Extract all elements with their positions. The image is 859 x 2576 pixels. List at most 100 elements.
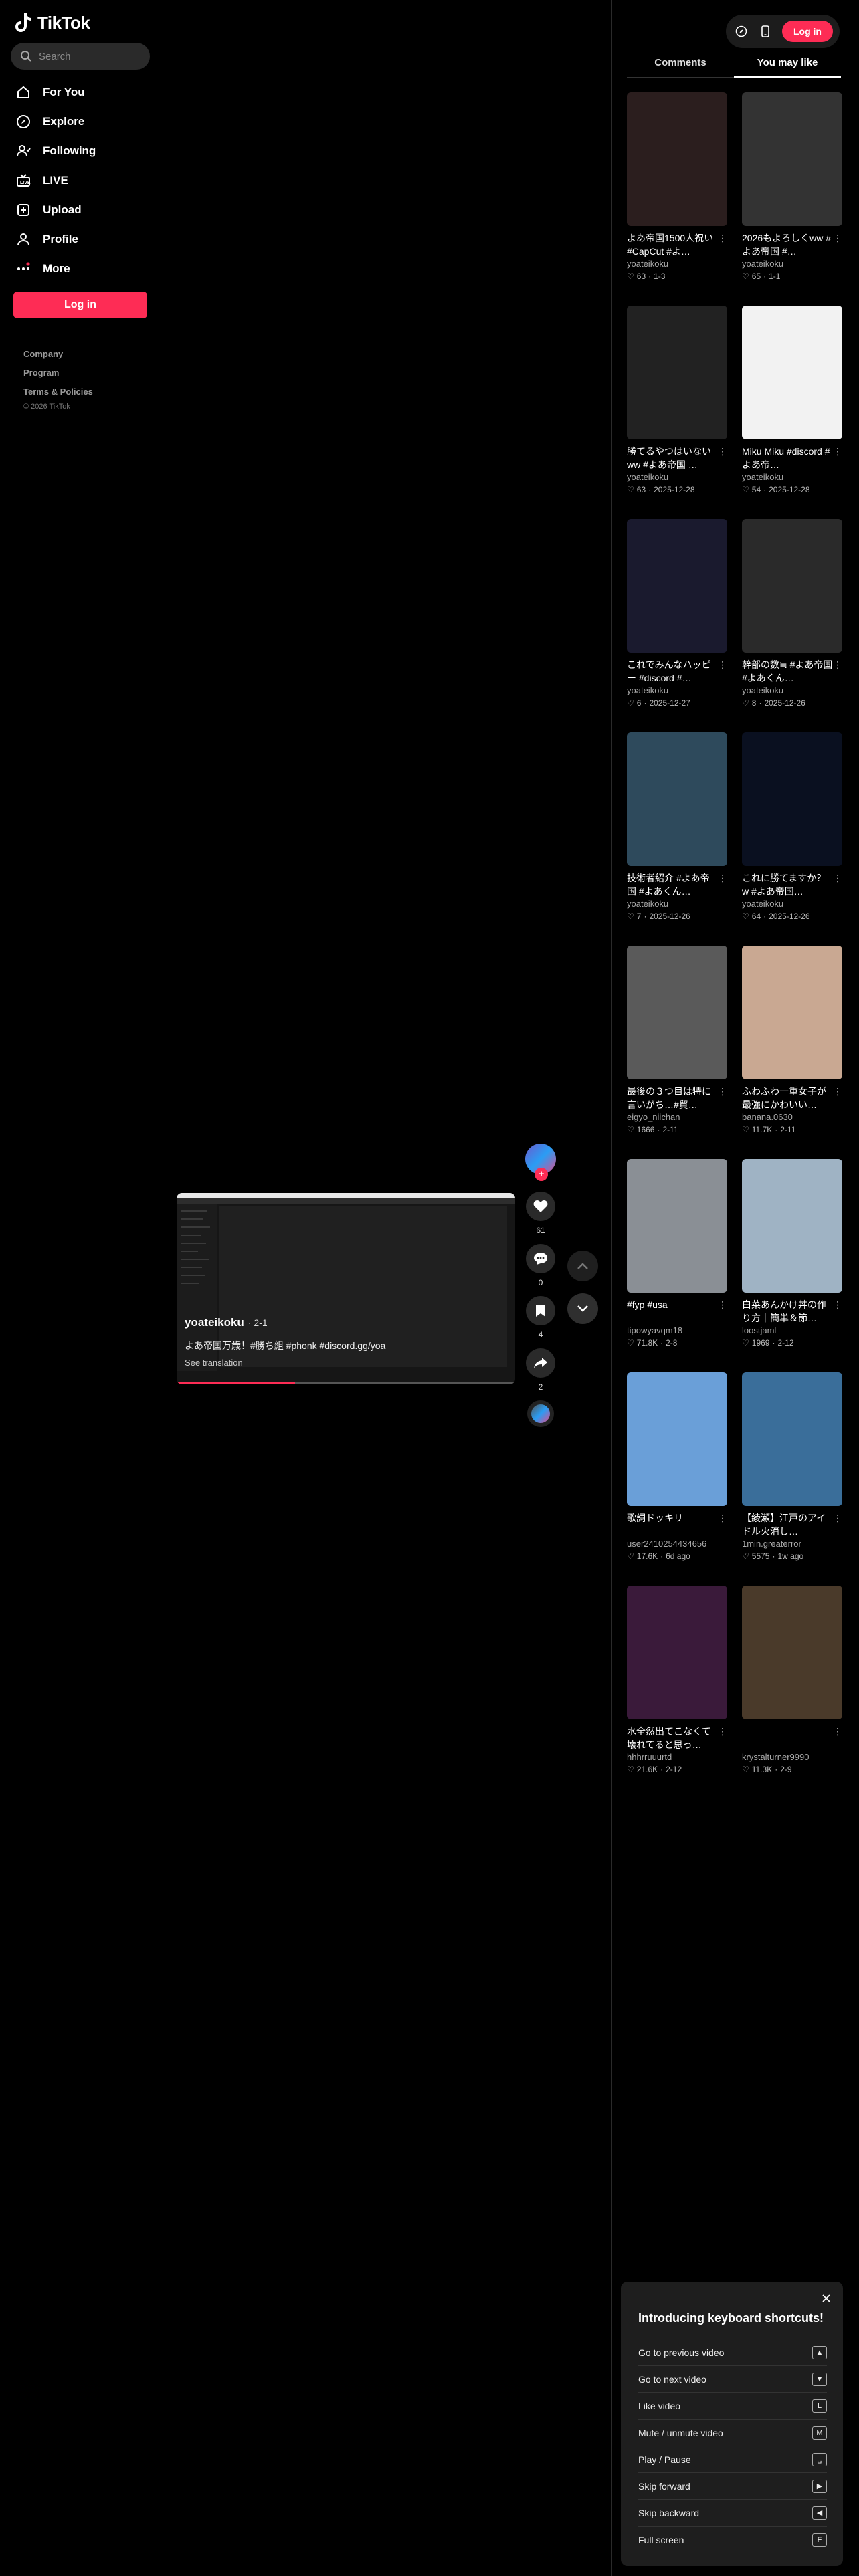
video-card[interactable]: #fyp #usa ⋮ tipowyavqm18 ♡ 71.8K · 2-8: [627, 1159, 727, 1349]
see-translation-link[interactable]: See translation: [185, 1358, 243, 1368]
search-box[interactable]: [11, 43, 150, 70]
video-progress-bar[interactable]: [177, 1382, 515, 1384]
card-more-icon[interactable]: ⋮: [718, 231, 727, 245]
follow-plus-icon[interactable]: +: [535, 1168, 548, 1181]
video-card-author[interactable]: yoateikoku: [742, 471, 842, 484]
video-card-title[interactable]: 幹部の数≒ #よあ帝国 #よあくん… ⋮: [742, 658, 842, 685]
video-thumbnail[interactable]: [742, 1586, 842, 1719]
video-card[interactable]: 技術者紹介 #よあ帝国 #よあくん… ⋮ yoateikoku ♡ 7 · 2025-12-…: [627, 732, 727, 922]
card-more-icon[interactable]: ⋮: [718, 1298, 727, 1311]
video-card-title[interactable]: 白菜あんかけ丼の作り方｜簡単＆節… ⋮: [742, 1298, 842, 1325]
video-card-author[interactable]: eigyo_niichan: [627, 1111, 727, 1123]
nav-item-for-you[interactable]: For You: [15, 78, 149, 107]
video-card[interactable]: 【綾瀬】江戸のアイドル火消し… ⋮ 1min.greaterror ♡ 5575 · 1w …: [742, 1372, 842, 1562]
card-more-icon[interactable]: ⋮: [833, 445, 842, 458]
video-card-title[interactable]: これでみんなハッピー #discord #… ⋮: [627, 658, 727, 685]
card-more-icon[interactable]: ⋮: [833, 1725, 842, 1738]
video-card-author[interactable]: banana.0630: [742, 1111, 842, 1123]
video-card-author[interactable]: tipowyavqm18: [627, 1325, 727, 1337]
tab-comments[interactable]: Comments: [627, 53, 734, 77]
top-device-button[interactable]: [757, 23, 774, 40]
save-button[interactable]: [526, 1296, 555, 1325]
card-more-icon[interactable]: ⋮: [718, 871, 727, 885]
video-card[interactable]: Miku Miku #discord #よあ帝… ⋮ yoateikoku ♡ 54 · 2…: [742, 306, 842, 496]
video-card-title[interactable]: 技術者紹介 #よあ帝国 #よあくん… ⋮: [627, 871, 727, 898]
search-input[interactable]: [39, 50, 139, 62]
footer-link-terms[interactable]: Terms & Policies: [23, 383, 93, 401]
top-login-button[interactable]: Log in: [782, 21, 833, 42]
nav-item-explore[interactable]: Explore: [15, 107, 149, 136]
video-thumbnail[interactable]: [742, 306, 842, 439]
video-card-title[interactable]: これに勝てますか？ w #よあ帝国… ⋮: [742, 871, 842, 898]
video-card-author[interactable]: yoateikoku: [627, 685, 727, 697]
video-card-title[interactable]: ⋮: [742, 1725, 842, 1751]
tiktok-logo[interactable]: TikTok: [15, 12, 90, 33]
footer-link-program[interactable]: Program: [23, 364, 93, 383]
card-more-icon[interactable]: ⋮: [833, 658, 842, 671]
card-more-icon[interactable]: ⋮: [718, 1511, 727, 1525]
video-card-title[interactable]: 【綾瀬】江戸のアイドル火消し… ⋮: [742, 1511, 842, 1538]
video-thumbnail[interactable]: [627, 1586, 727, 1719]
video-card-author[interactable]: hhhrruuurtd: [627, 1751, 727, 1763]
video-card-title[interactable]: #fyp #usa ⋮: [627, 1298, 727, 1325]
share-button[interactable]: [526, 1348, 555, 1378]
video-card-author[interactable]: yoateikoku: [627, 258, 727, 270]
video-card[interactable]: ⋮ krystalturner9990 ♡ 11.3K · 2-9: [742, 1586, 842, 1776]
card-more-icon[interactable]: ⋮: [833, 871, 842, 885]
video-author[interactable]: yoateikoku · 2-1: [185, 1316, 268, 1329]
video-player[interactable]: yoateikoku · 2-1 よあ帝国万歳！#勝ち組 #phonk #dis…: [177, 1193, 515, 1384]
card-more-icon[interactable]: ⋮: [718, 658, 727, 671]
video-card-author[interactable]: yoateikoku: [742, 258, 842, 270]
card-more-icon[interactable]: ⋮: [718, 1085, 727, 1098]
video-thumbnail[interactable]: [742, 92, 842, 226]
video-thumbnail[interactable]: [742, 519, 842, 653]
video-author-name[interactable]: yoateikoku: [185, 1316, 244, 1329]
video-card-author[interactable]: krystalturner9990: [742, 1751, 842, 1763]
video-thumbnail[interactable]: [627, 1372, 727, 1506]
video-card-author[interactable]: yoateikoku: [742, 898, 842, 910]
nav-item-upload[interactable]: Upload: [15, 195, 149, 225]
nav-item-profile[interactable]: Profile: [15, 225, 149, 254]
video-card-title[interactable]: よあ帝国1500人祝い #CapCut #よ… ⋮: [627, 231, 727, 258]
music-disc-icon[interactable]: [527, 1400, 554, 1427]
creator-avatar[interactable]: +: [525, 1144, 556, 1181]
video-card[interactable]: 2026もよろしくww #よあ帝国 #… ⋮ yoateikoku ♡ 65 · 1-1: [742, 92, 842, 282]
sidebar-login-button[interactable]: Log in: [13, 292, 147, 318]
video-thumbnail[interactable]: [627, 519, 727, 653]
next-video-button[interactable]: [567, 1293, 598, 1324]
video-thumbnail[interactable]: [742, 1372, 842, 1506]
card-more-icon[interactable]: ⋮: [833, 1085, 842, 1098]
video-card-title[interactable]: 勝てるやつはいないww #よあ帝国 … ⋮: [627, 445, 727, 471]
video-thumbnail[interactable]: [742, 1159, 842, 1293]
video-card[interactable]: ふわふわ一重女子が最強にかわいい… ⋮ banana.0630 ♡ 11.7K · 2-11: [742, 946, 842, 1136]
nav-item-following[interactable]: Following: [15, 136, 149, 166]
card-more-icon[interactable]: ⋮: [833, 1298, 842, 1311]
video-thumbnail[interactable]: [742, 946, 842, 1079]
video-card-title[interactable]: 歌詞ドッキリ ⋮: [627, 1511, 727, 1538]
video-thumbnail[interactable]: [742, 732, 842, 866]
video-card-title[interactable]: Miku Miku #discord #よあ帝… ⋮: [742, 445, 842, 471]
video-card-title[interactable]: ふわふわ一重女子が最強にかわいい… ⋮: [742, 1085, 842, 1111]
top-explore-button[interactable]: [733, 23, 750, 40]
video-card[interactable]: 最後の３つ目は特に言いがち…#貿… ⋮ eigyo_niichan ♡ 1666 · 2-1…: [627, 946, 727, 1136]
card-more-icon[interactable]: ⋮: [718, 445, 727, 458]
video-card[interactable]: 勝てるやつはいないww #よあ帝国 … ⋮ yoateikoku ♡ 63 · 2025-1…: [627, 306, 727, 496]
card-more-icon[interactable]: ⋮: [833, 231, 842, 245]
video-thumbnail[interactable]: [627, 306, 727, 439]
video-card[interactable]: これでみんなハッピー #discord #… ⋮ yoateikoku ♡ 6 · 2025…: [627, 519, 727, 709]
video-thumbnail[interactable]: [627, 946, 727, 1079]
previous-video-button[interactable]: [567, 1251, 598, 1281]
video-card[interactable]: 白菜あんかけ丼の作り方｜簡単＆節… ⋮ loostjaml ♡ 1969 · 2-12: [742, 1159, 842, 1349]
video-card[interactable]: よあ帝国1500人祝い #CapCut #よ… ⋮ yoateikoku ♡ 63 · 1-…: [627, 92, 727, 282]
video-card[interactable]: 水全然出てこなくて壊れてると思っ… ⋮ hhhrruuurtd ♡ 21.6K · 2-12: [627, 1586, 727, 1776]
video-card-author[interactable]: 1min.greaterror: [742, 1538, 842, 1550]
video-card-title[interactable]: 水全然出てこなくて壊れてると思っ… ⋮: [627, 1725, 727, 1751]
video-card-author[interactable]: loostjaml: [742, 1325, 842, 1337]
nav-item-live[interactable]: LIVE LIVE: [15, 166, 149, 195]
tab-you-may-like[interactable]: You may like: [734, 53, 841, 78]
card-more-icon[interactable]: ⋮: [833, 1511, 842, 1525]
video-thumbnail[interactable]: [627, 1159, 727, 1293]
video-card-title[interactable]: 2026もよろしくww #よあ帝国 #… ⋮: [742, 231, 842, 258]
video-card-author[interactable]: yoateikoku: [627, 898, 727, 910]
video-card-author[interactable]: user2410254434656: [627, 1538, 727, 1550]
